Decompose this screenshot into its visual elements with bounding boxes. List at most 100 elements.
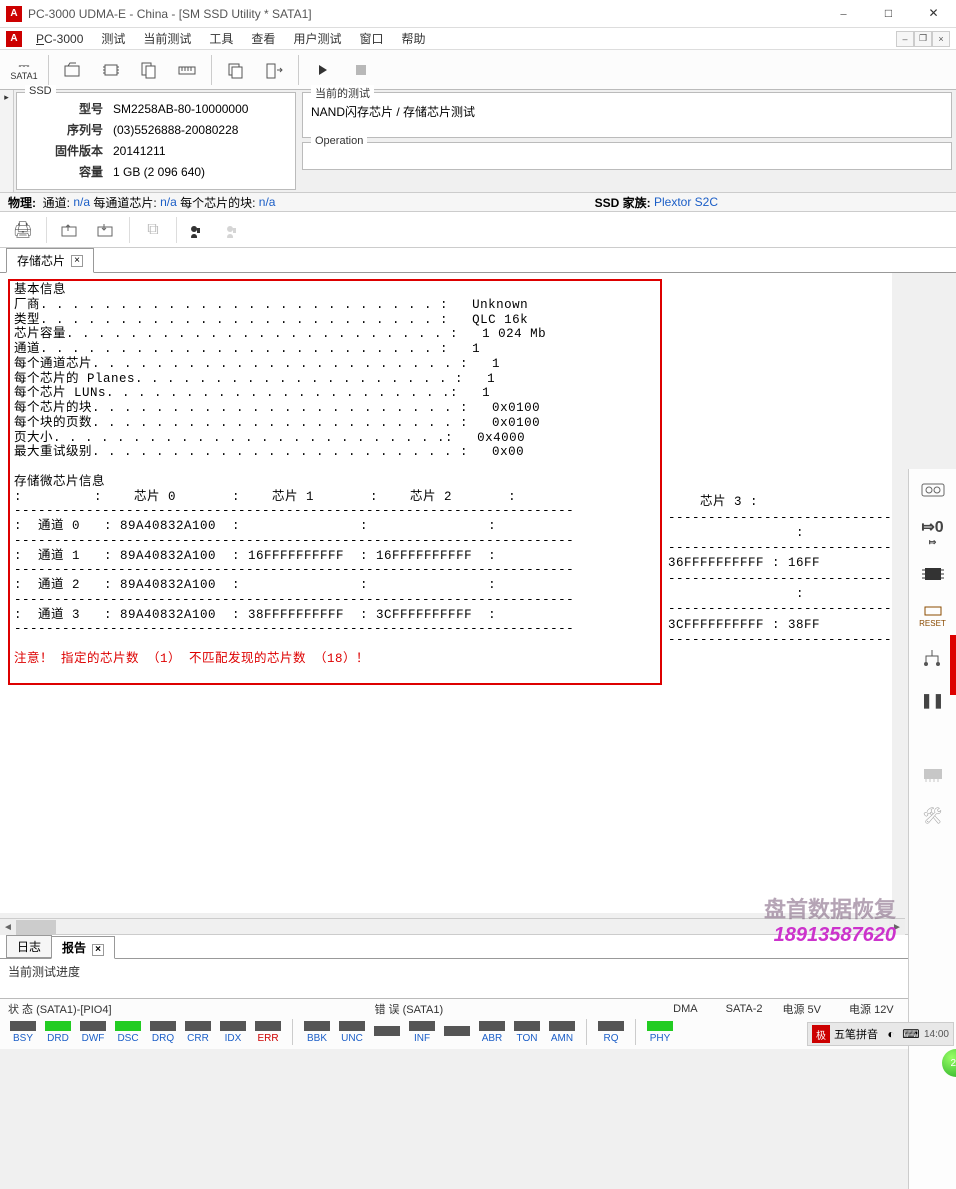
sata2-label: SATA-2 <box>726 1003 763 1015</box>
menubar: A PPC-3000C-3000 测试 当前测试 工具 查看 用户测试 窗口 帮… <box>0 28 956 50</box>
mdi-restore[interactable]: ❐ <box>914 31 932 47</box>
tool-open-icon[interactable] <box>55 54 91 86</box>
find-next-icon[interactable] <box>221 216 251 244</box>
errled-blank <box>442 1026 472 1038</box>
p12-label: 电源 12V <box>849 1001 894 1017</box>
tool-play-icon[interactable] <box>305 54 341 86</box>
physical-bar: 物理: 通道: n/a 每通道芯片: n/a 每个芯片的块: n/a SSD 家… <box>0 192 956 212</box>
led-err: ERR <box>253 1021 283 1044</box>
read-zero-icon[interactable]: ⤇0⤇ <box>916 517 950 547</box>
tape-icon[interactable] <box>916 475 950 505</box>
reset-button[interactable]: RESET <box>916 601 950 631</box>
tool-sata[interactable]: ⎓SATA1 <box>6 54 42 86</box>
jumper-icon[interactable] <box>916 643 950 673</box>
hscroll-thumb[interactable] <box>16 920 56 934</box>
ime-label[interactable]: 五笔拼音 <box>832 1025 880 1043</box>
led-phy: PHY <box>645 1021 675 1044</box>
menu-current-test[interactable]: 当前测试 <box>135 28 199 49</box>
left-spine[interactable]: ▸ <box>0 90 14 192</box>
tool-exit-icon[interactable] <box>256 54 292 86</box>
phys-blk-value: n/a <box>259 195 276 209</box>
menu-window[interactable]: 窗口 <box>351 28 391 49</box>
window-title: PC-3000 UDMA-E - China - [SM SSD Utility… <box>28 7 821 21</box>
copy-icon[interactable]: ⧉ <box>138 216 168 244</box>
system-tray: 极 五笔拼音 ◐ ⌨ 14:00 <box>807 1022 954 1046</box>
close-button[interactable]: ✕ <box>911 0 956 28</box>
folder-in-icon[interactable] <box>91 216 121 244</box>
errled-blank <box>372 1026 402 1038</box>
red-edge-decoration <box>950 635 956 695</box>
led-drd: DRD <box>43 1021 73 1044</box>
sata-label: SATA1 <box>10 72 37 81</box>
cap-label: 容量 <box>27 162 107 181</box>
model-label: 型号 <box>27 99 107 118</box>
tool-ruler-icon[interactable] <box>169 54 205 86</box>
tab-chip-label: 存储芯片 <box>17 252 65 269</box>
led-crr: CRR <box>183 1021 213 1044</box>
titlebar: A PC-3000 UDMA-E - China - [SM SSD Utili… <box>0 0 956 28</box>
report-area: 基本信息 厂商. . . . . . . . . . . . . . . . .… <box>0 273 892 913</box>
tool-docs-icon[interactable] <box>131 54 167 86</box>
chip-grey-icon[interactable] <box>916 759 950 789</box>
hscroll-right-arrow[interactable]: ► <box>889 919 905 935</box>
mdi-close[interactable]: × <box>932 31 950 47</box>
ime-icon[interactable]: 极 <box>812 1025 830 1043</box>
led-dsc: DSC <box>113 1021 143 1044</box>
curtest-legend: 当前的测试 <box>311 85 374 101</box>
report-hscroll[interactable]: ◄ ► <box>0 918 905 934</box>
ssd-fieldset: SSD 型号SM2258AB-80-10000000 序列号(03)552688… <box>16 92 296 190</box>
tab-strip: 存储芯片 × <box>0 248 956 272</box>
led-bsy: BSY <box>8 1021 38 1044</box>
tab-close-icon[interactable]: × <box>71 255 83 267</box>
menu-test[interactable]: 测试 <box>93 28 133 49</box>
tray-moon-icon[interactable]: ◐ <box>882 1025 900 1043</box>
print-icon[interactable]: 🖨 <box>8 216 38 244</box>
app-icon: A <box>6 6 22 22</box>
tray-time: 14:00 <box>924 1029 949 1040</box>
menu-tools[interactable]: 工具 <box>201 28 241 49</box>
tab-report-close[interactable]: × <box>92 944 104 956</box>
tab-chip[interactable]: 存储芯片 × <box>6 248 94 273</box>
tool-copy-icon[interactable] <box>218 54 254 86</box>
menu-help[interactable]: 帮助 <box>393 28 433 49</box>
menu-usertest[interactable]: 用户测试 <box>285 28 349 49</box>
mdi-minimize[interactable]: – <box>896 31 914 47</box>
curtest-value: NAND闪存芯片 / 存储芯片测试 <box>311 97 943 120</box>
chip2-icon[interactable] <box>916 559 950 589</box>
tab-log[interactable]: 日志 <box>6 935 52 958</box>
errled-amn: AMN <box>547 1021 577 1044</box>
folder-out-icon[interactable] <box>55 216 85 244</box>
green-badge[interactable]: 25 <box>942 1049 956 1077</box>
maximize-button[interactable]: □ <box>866 0 911 28</box>
find-icon[interactable] <box>185 216 215 244</box>
operation-legend: Operation <box>311 135 367 147</box>
menu-app[interactable]: PPC-3000C-3000 <box>28 30 91 48</box>
curtest-fieldset: 当前的测试 NAND闪存芯片 / 存储芯片测试 <box>302 92 952 138</box>
tools-grey-icon[interactable]: 🛠 <box>916 801 950 831</box>
tab-report[interactable]: 报告× <box>51 936 115 959</box>
bottom-tabstrip: 日志 报告× <box>0 934 956 958</box>
dma-label: DMA <box>673 1003 697 1015</box>
phys-pcc-label: 每通道芯片: <box>93 194 156 211</box>
right-toolbar: ⤇0⤇ RESET ❚❚ 🛠 25 <box>908 469 956 1189</box>
pause-icon[interactable]: ❚❚ <box>916 685 950 715</box>
tool-chip-icon[interactable] <box>93 54 129 86</box>
ssd-legend: SSD <box>25 85 56 97</box>
minimize-button[interactable]: – <box>821 0 866 28</box>
main-toolbar: ⎓SATA1 <box>0 50 956 90</box>
menu-view[interactable]: 查看 <box>243 28 283 49</box>
tool-stop-icon[interactable] <box>343 54 379 86</box>
ssdfam-value: Plextor S2C <box>654 195 718 209</box>
errled-abr: ABR <box>477 1021 507 1044</box>
hscroll-left-arrow[interactable]: ◄ <box>0 919 16 935</box>
errled-inf: INF <box>407 1021 437 1044</box>
info-row: ▸ SSD 型号SM2258AB-80-10000000 序列号(03)5526… <box>0 90 956 192</box>
tray-keyboard-icon[interactable]: ⌨ <box>902 1025 920 1043</box>
phys-blk-label: 每个芯片的块: <box>180 194 255 211</box>
led-drq: DRQ <box>148 1021 178 1044</box>
progress-label: 当前测试进度 <box>0 958 956 998</box>
errled-ton: TON <box>512 1021 542 1044</box>
led-idx: IDX <box>218 1021 248 1044</box>
serial-value: (03)5526888-20080228 <box>109 120 252 139</box>
fw-label: 固件版本 <box>27 141 107 160</box>
